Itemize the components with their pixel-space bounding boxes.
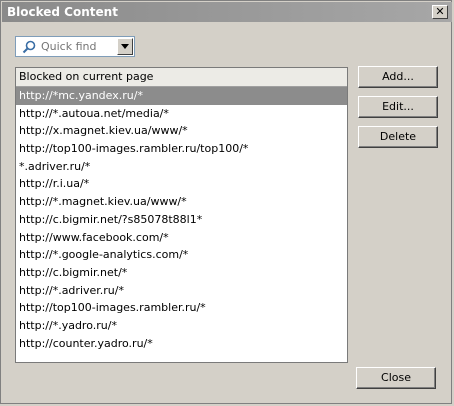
list-item[interactable]: http://*.yadro.ru/* <box>16 317 347 335</box>
chevron-down-icon <box>121 44 129 49</box>
list-column-header[interactable]: Blocked on current page <box>16 68 347 87</box>
quick-find-dropdown-button[interactable] <box>117 38 133 55</box>
list-item[interactable]: http://*.autoua.net/media/* <box>16 105 347 123</box>
add-button[interactable]: Add... <box>358 66 438 88</box>
close-window-button[interactable]: ✕ <box>432 5 448 19</box>
list-item[interactable]: http://top100-images.rambler.ru/top100/* <box>16 140 347 158</box>
list-item[interactable]: http://c.bigmir.net/* <box>16 264 347 282</box>
list-item[interactable]: http://*mc.yandex.ru/* <box>16 87 347 105</box>
search-icon <box>21 39 37 55</box>
list-item[interactable]: http://top100-images.rambler.ru/* <box>16 299 347 317</box>
blocked-content-dialog: Blocked Content ✕ Blocked on current pag… <box>0 0 452 404</box>
title-bar[interactable]: Blocked Content ✕ <box>2 2 452 22</box>
dialog-title: Blocked Content <box>7 5 118 19</box>
list-item[interactable]: http://c.bigmir.net/?s85078t88l1* <box>16 211 347 229</box>
list-item[interactable]: http://counter.yadro.ru/* <box>16 335 347 353</box>
quick-find-input[interactable] <box>41 40 113 53</box>
list-item[interactable]: *.adriver.ru/* <box>16 158 347 176</box>
blocked-list[interactable]: Blocked on current page http://*mc.yande… <box>15 67 348 363</box>
close-button[interactable]: Close <box>356 367 436 389</box>
list-item[interactable]: http://x.magnet.kiev.ua/www/* <box>16 122 347 140</box>
edit-button[interactable]: Edit... <box>358 96 438 118</box>
list-item[interactable]: http://www.facebook.com/* <box>16 229 347 247</box>
close-icon: ✕ <box>435 5 445 18</box>
list-item[interactable]: http://r.i.ua/* <box>16 175 347 193</box>
quick-find-combobox[interactable] <box>15 36 135 57</box>
list-item[interactable]: http://*.adriver.ru/* <box>16 282 347 300</box>
list-item[interactable]: http://*.google-analytics.com/* <box>16 246 347 264</box>
list-item[interactable]: http://*.magnet.kiev.ua/www/* <box>16 193 347 211</box>
list-rows: http://*mc.yandex.ru/* http://*.autoua.ne… <box>16 87 347 352</box>
delete-button[interactable]: Delete <box>358 126 438 148</box>
